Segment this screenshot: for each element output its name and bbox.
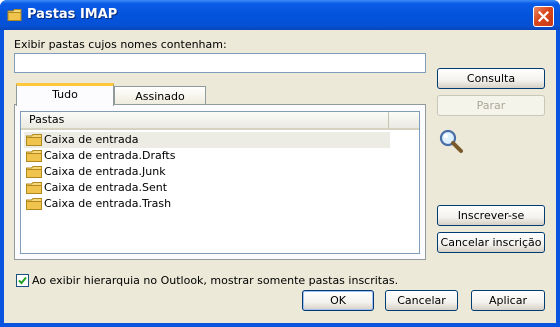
list-item[interactable]: Caixa de entrada.Trash — [24, 196, 390, 212]
cancel-button[interactable]: Cancelar — [385, 290, 458, 311]
inscrever-button[interactable]: Inscrever-se — [437, 205, 545, 226]
magnifier-icon — [439, 129, 463, 153]
show-subscribed-label: Ao exibir hierarquia no Outlook, mostrar… — [32, 274, 399, 287]
list-item[interactable]: Caixa de entrada.Drafts — [24, 148, 390, 164]
folder-list[interactable]: Pastas Caixa de entrada Caixa de entrada… — [20, 111, 420, 254]
list-item-label: Caixa de entrada.Sent — [44, 181, 168, 194]
column-header-pastas[interactable]: Pastas — [21, 112, 389, 128]
list-header: Pastas — [21, 112, 419, 130]
folder-filter-input[interactable] — [14, 53, 426, 73]
folder-icon — [7, 9, 22, 21]
cancelar-inscricao-button[interactable]: Cancelar inscrição — [437, 232, 545, 253]
consulta-button[interactable]: Consulta — [437, 68, 545, 89]
folder-icon — [26, 150, 42, 162]
title-bar[interactable]: Pastas IMAP — [0, 0, 560, 30]
filter-label: Exibir pastas cujos nomes contenham: — [14, 38, 227, 51]
folder-icon — [26, 182, 42, 194]
list-item[interactable]: Caixa de entrada.Sent — [24, 180, 390, 196]
dialog-window: Pastas IMAP Exibir pastas cujos nomes co… — [0, 0, 560, 327]
list-item-label: Caixa de entrada.Drafts — [44, 149, 176, 162]
folder-icon — [26, 134, 42, 146]
folder-icon — [26, 198, 42, 210]
list-item[interactable]: Caixa de entrada — [24, 132, 390, 148]
list-item-label: Caixa de entrada — [44, 133, 139, 146]
show-subscribed-checkbox[interactable] — [16, 274, 29, 287]
apply-button[interactable]: Aplicar — [471, 290, 545, 311]
ok-button[interactable]: OK — [302, 290, 374, 311]
close-icon — [538, 11, 549, 22]
list-item[interactable]: Caixa de entrada.Junk — [24, 164, 390, 180]
checkmark-icon — [18, 276, 27, 285]
folder-icon — [26, 166, 42, 178]
tab-tudo[interactable]: Tudo — [16, 83, 114, 106]
window-title: Pastas IMAP — [27, 7, 118, 22]
dialog-body: Exibir pastas cujos nomes contenham: Con… — [4, 30, 556, 323]
close-button[interactable] — [533, 6, 554, 27]
parar-button[interactable]: Parar — [437, 95, 545, 116]
list-item-label: Caixa de entrada.Junk — [44, 165, 166, 178]
list-item-label: Caixa de entrada.Trash — [44, 197, 172, 210]
tab-panel: Pastas Caixa de entrada Caixa de entrada… — [14, 104, 426, 260]
